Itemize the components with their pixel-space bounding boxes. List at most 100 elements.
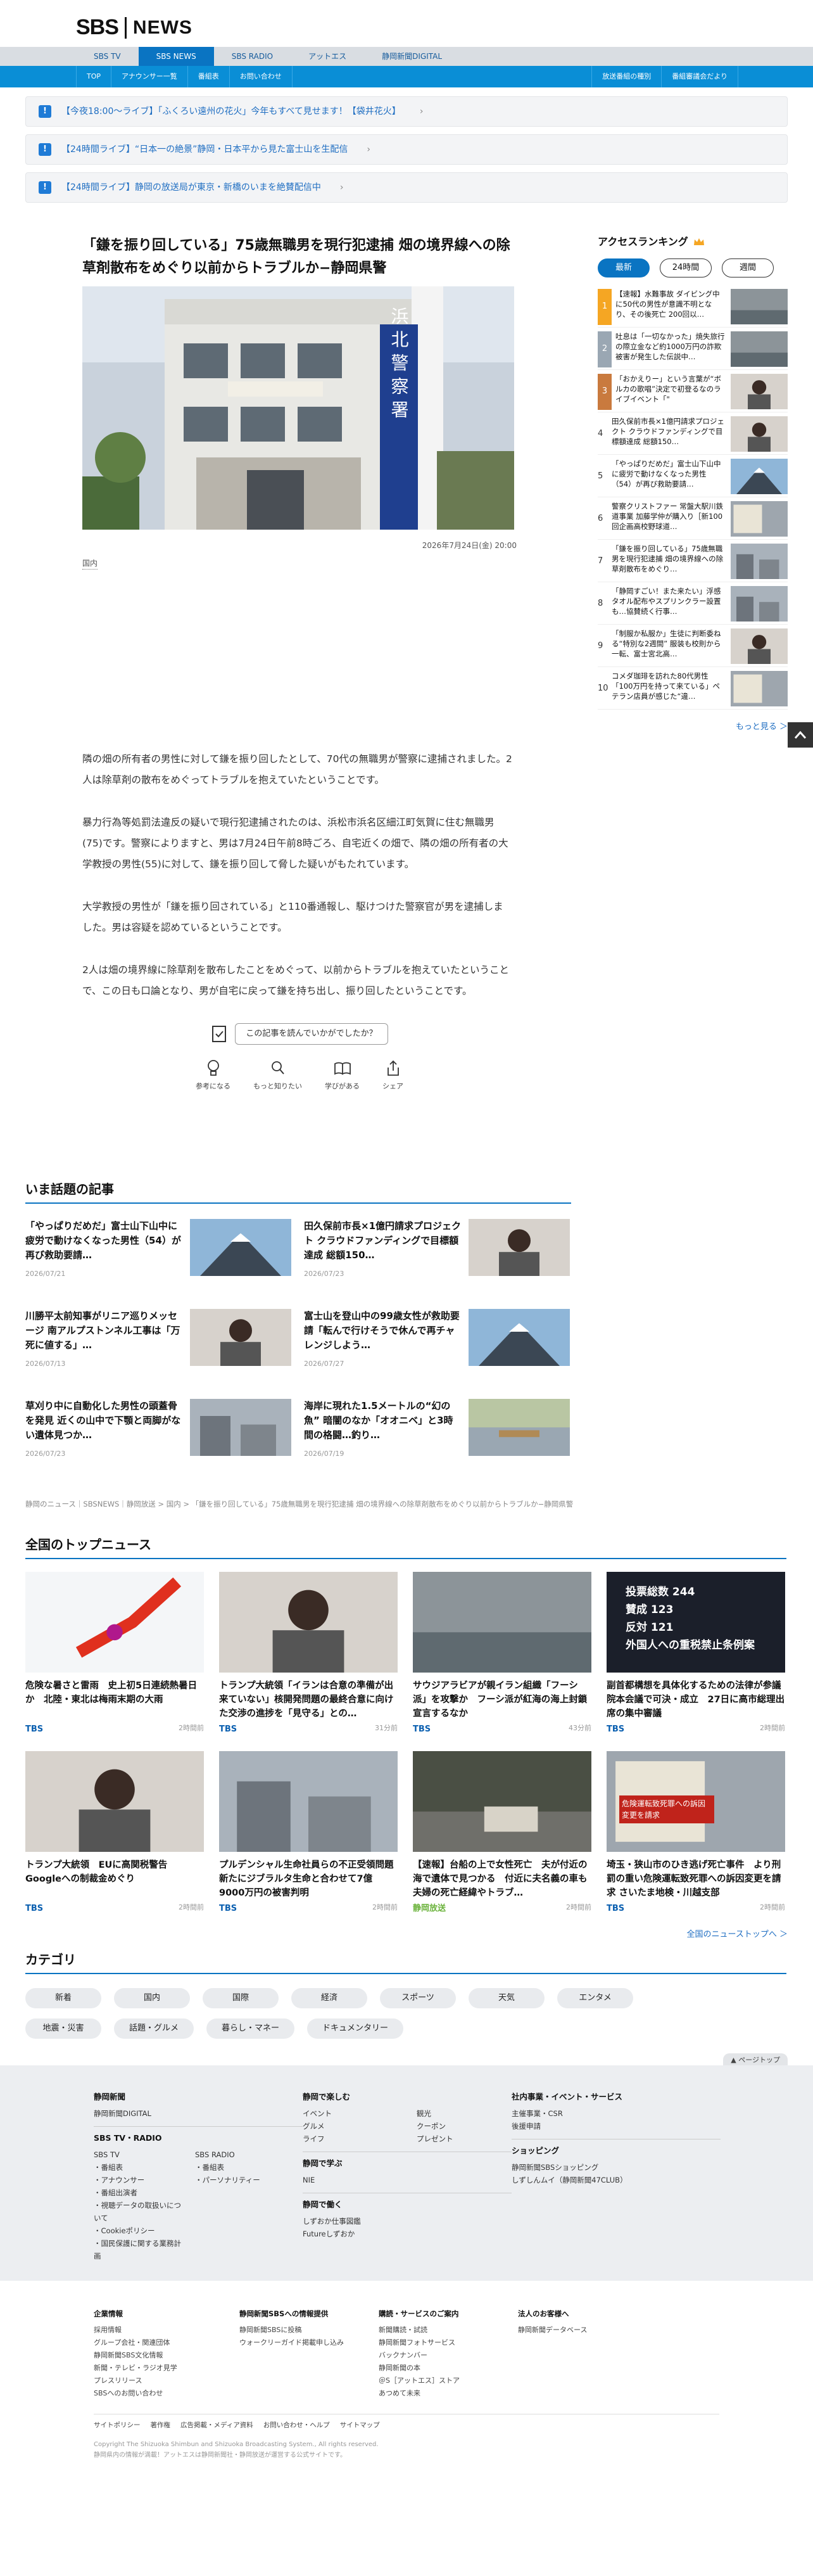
ranking-tab-latest[interactable]: 最新 (598, 258, 650, 277)
topnav-sbs-news[interactable]: SBS NEWS (138, 47, 214, 66)
footer-bottom-link[interactable]: お問い合わせ・ヘルプ (263, 2421, 330, 2431)
footer-link[interactable]: バックナンバー (379, 2349, 460, 2362)
top-news-more-link[interactable]: 全国のニューストップへ ＞ (25, 1929, 788, 1941)
category-chip[interactable]: スポーツ (380, 1987, 456, 2008)
share-button[interactable]: シェア (382, 1059, 403, 1092)
trending-item[interactable]: 草刈り中に自動化した男性の頭蓋骨を発見 近くの山中で下顎と両脚がない遺体見つか…… (25, 1399, 298, 1474)
subnav-contact[interactable]: お問い合わせ (230, 66, 293, 87)
footer-link[interactable]: 採用情報 (94, 2324, 177, 2337)
footer-bottom-link[interactable]: 広告掲載・メディア資料 (180, 2421, 253, 2431)
footer-link[interactable]: ウォークリーガイド掲載申し込み (239, 2337, 344, 2349)
category-chip[interactable]: エンタメ (557, 1987, 633, 2008)
footer-link[interactable]: SBS TV (94, 2148, 182, 2161)
trending-item[interactable]: 富士山を登山中の99歳女性が救助要請「転んで行けそうで休んで再チャレンジしよう…… (304, 1309, 576, 1384)
page-top-link[interactable]: ▲ ページトップ (723, 2053, 788, 2067)
subnav-announcers[interactable]: アナウンサー一覧 (111, 66, 188, 87)
footer-link[interactable]: ・視聴データの取扱いについて (94, 2199, 182, 2224)
trending-item[interactable]: 「やっぱりだめだ」富士山下山中に疲労で動けなくなった男性（54）が再び救助要請…… (25, 1219, 298, 1294)
footer-link[interactable]: イベント (303, 2107, 391, 2120)
topnav-sbs-radio[interactable]: SBS RADIO (214, 47, 291, 66)
category-chip[interactable]: 経済 (291, 1987, 367, 2008)
category-chip[interactable]: ドキュメンタリー (307, 2018, 404, 2039)
ranking-item[interactable]: 5 「やっぱりだめだ」富士山下山中に疲労で動けなくなった男性（54）が再び救助要請… (598, 455, 788, 497)
footer-link[interactable]: ・パーソナリティー (195, 2174, 284, 2186)
ranking-more-link[interactable]: もっと見る ＞ (598, 721, 788, 734)
ranking-tab-weekly[interactable]: 週間 (722, 258, 774, 277)
subnav-schedule[interactable]: 番組表 (188, 66, 230, 87)
footer-link[interactable]: しずおか仕事図鑑 (303, 2215, 512, 2228)
ranking-tab-24h[interactable]: 24時間 (660, 258, 712, 277)
footer-bottom-link[interactable]: サイトポリシー (94, 2421, 141, 2431)
footer-link[interactable]: ・番組表 (195, 2161, 284, 2174)
footer-link[interactable]: プレスリリース (94, 2375, 177, 2387)
footer-link[interactable]: 静岡新聞の本 (379, 2362, 460, 2375)
footer-link[interactable]: ＠S［アットエス］ストア (379, 2375, 460, 2387)
ranking-item[interactable]: 3 「おかえりー」という言葉が“ボルカの歌唱”決定で初登るなのライブイベント「" (598, 370, 788, 412)
topnav-sbs-tv[interactable]: SBS TV (76, 47, 139, 66)
ranking-item[interactable]: 9 「制服か私服か」生徒に判断委ねる“特別な2週間” 服装も校則から一転、富士宮北… (598, 625, 788, 667)
footer-link[interactable]: 新聞購読・試読 (379, 2324, 460, 2337)
footer-link[interactable]: 主催事業・CSR (512, 2107, 721, 2120)
footer-link[interactable]: プレゼント (417, 2133, 453, 2145)
category-chip[interactable]: 新着 (25, 1987, 101, 2008)
ranking-item[interactable]: 4 田久保前市長×1億円請求プロジェクト クラウドファンディングで目標額達成 総額… (598, 412, 788, 455)
category-chip[interactable]: 国際 (203, 1987, 279, 2008)
scroll-top-button[interactable] (788, 722, 813, 748)
top-news-card[interactable]: プルデンシャル生命社員らの不正受領問題 新たにジブラルタ生命と合わせて7億900… (219, 1750, 398, 1915)
footer-bottom-link[interactable]: サイトマップ (340, 2421, 380, 2431)
footer-link[interactable]: ・国民保護に関する業務計画 (94, 2237, 182, 2262)
top-news-card[interactable]: 危険運転致死罪への訴因変更を請求 埼玉・狭山市のひき逃げ死亡事件 より刑罰の重い危… (607, 1750, 785, 1915)
top-news-card[interactable]: 危険な暑さと雷雨 史上初5日連続熱暑日か 北陸・東北は梅雨末期の大雨 TBS 2時間… (25, 1572, 204, 1736)
footer-link[interactable]: 静岡新聞SBSに投稿 (239, 2324, 344, 2337)
alert-banner[interactable]: ! 【今夜18:00〜ライブ】「ふくろい遠州の花火」今年もすべて見せます！【袋井… (25, 96, 788, 127)
trending-item[interactable]: 海岸に現れた1.5メートルの“幻の魚” 暗闇のなか「オオニベ」と3時間の格闘…釣… (304, 1399, 576, 1474)
top-news-card[interactable]: トランプ大統領 EUに高関税警告 Googleへの制裁金めぐり TBS 2時間前 (25, 1750, 204, 1915)
footer-link[interactable]: 静岡新聞SBS文化情報 (94, 2349, 177, 2362)
footer-link[interactable]: ・Cookieポリシー (94, 2224, 182, 2237)
ranking-item[interactable]: 6 警察クリストファー 常盤大駅川鉄道事業 加藤学仲が購入り［新100回企画高校野… (598, 497, 788, 540)
footer-link[interactable]: ・番組表 (94, 2161, 182, 2174)
alert-banner[interactable]: ! 【24時間ライブ】“日本一の絶景”静岡・日本平から見た富士山を生配信 › (25, 134, 788, 165)
top-news-card[interactable]: 投票総数 244 賛成 123 反対 121 外国人への重税禁止条例案 副首都構想を具体… (607, 1572, 785, 1736)
footer-link[interactable]: グループ会社・関連団体 (94, 2337, 177, 2349)
footer-link[interactable]: あつめて未来 (379, 2387, 460, 2400)
ranking-item[interactable]: 10 コメダ珈琲を訪れた80代男性「100万円を持って来ている」ペテラン店員が感じ… (598, 667, 788, 710)
feedback-helpful-button[interactable]: 参考になる (196, 1059, 230, 1092)
subnav-program-types[interactable]: 放送番組の種別 (591, 66, 662, 87)
footer-link[interactable]: 新聞・テレビ・ラジオ見学 (94, 2362, 177, 2375)
footer-link[interactable]: 後援申請 (512, 2120, 721, 2133)
top-news-card[interactable]: サウジアラビアが親イラン組織「フーシ派」を攻撃か フーシ派が紅海の海上封鎖宣言す… (413, 1572, 591, 1736)
ranking-item[interactable]: 7 「鎌を振り回している」75歳無職男を現行犯逮捕 畑の境界線への除草剤散布をめぐ… (598, 540, 788, 582)
category-chip[interactable]: 国内 (114, 1987, 190, 2008)
footer-link[interactable]: クーポン (417, 2120, 453, 2133)
footer-link[interactable]: ・番組出演者 (94, 2186, 182, 2199)
footer-link[interactable]: SBSへのお問い合わせ (94, 2387, 177, 2400)
top-news-card[interactable]: トランプ大統領「イランは合意の準備が出来ていない」核開発問題の最終合意に向けた交… (219, 1572, 398, 1736)
footer-link[interactable]: ・アナウンサー (94, 2174, 182, 2186)
footer-link[interactable]: 静岡新聞DIGITAL (94, 2107, 303, 2120)
footer-link[interactable]: 静岡新聞フォトサービス (379, 2337, 460, 2349)
category-chip[interactable]: 話題・グルメ (114, 2018, 194, 2039)
topnav-shizuoka-digital[interactable]: 静岡新聞DIGITAL (364, 47, 460, 66)
top-news-card[interactable]: 【速報】台船の上で女性死亡 夫が付近の海で遺体で見つかる 付近に夫名義の車も 夫… (413, 1750, 591, 1915)
footer-link[interactable]: しずしんムイ（静岡新聞47CLUB） (512, 2174, 721, 2186)
footer-link[interactable]: ライフ (303, 2133, 391, 2145)
subnav-council[interactable]: 番組審議会だより (662, 66, 738, 87)
ranking-item[interactable]: 1 【速報】水難事故 ダイビング中に50代の男性が意識不明となり、その後死亡 20… (598, 285, 788, 328)
article-category-link[interactable]: 国内 (82, 558, 98, 570)
trending-item[interactable]: 川勝平太前知事がリニア巡りメッセージ 南アルプストンネル工事は「万死に値する」…… (25, 1309, 298, 1384)
feedback-learn-button[interactable]: 学びがある (325, 1059, 360, 1092)
subnav-top[interactable]: TOP (76, 66, 112, 87)
site-logo[interactable]: SBS NEWS (76, 11, 192, 44)
footer-link[interactable]: Futureしずおか (303, 2228, 512, 2240)
footer-link[interactable]: 静岡新聞SBSショッピング (512, 2161, 721, 2174)
category-chip[interactable]: 地震・災害 (25, 2018, 101, 2039)
ranking-item[interactable]: 8 「静岡すごい！また来たい」浮感タオル配布やスプリンクラー設置も…協賛続く行事… (598, 582, 788, 625)
alert-banner[interactable]: ! 【24時間ライブ】静岡の放送局が東京・新橋のいまを絶賛配信中 › (25, 172, 788, 203)
footer-link[interactable]: NIE (303, 2174, 512, 2186)
feedback-more-button[interactable]: もっと知りたい (253, 1059, 302, 1092)
footer-link[interactable]: 観光 (417, 2107, 453, 2120)
category-chip[interactable]: 天気 (469, 1987, 545, 2008)
footer-link[interactable]: SBS RADIO (195, 2148, 284, 2161)
trending-item[interactable]: 田久保前市長×1億円請求プロジェクト クラウドファンディングで目標額達成 総額1… (304, 1219, 576, 1294)
